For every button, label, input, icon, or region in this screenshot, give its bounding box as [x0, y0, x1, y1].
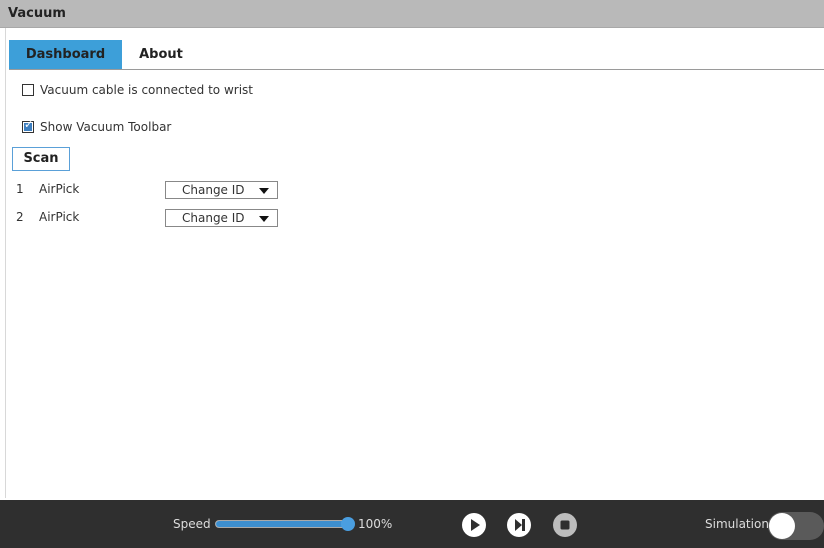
step-button[interactable]: [507, 513, 531, 537]
tab-about[interactable]: About: [122, 40, 200, 69]
show-toolbar-label: Show Vacuum Toolbar: [40, 120, 172, 134]
speed-value: 100%: [358, 517, 393, 531]
simulation-toggle-knob: [769, 513, 795, 539]
play-icon: [471, 519, 480, 531]
step-icon: [515, 519, 525, 531]
tab-bar: Dashboard About: [9, 40, 824, 70]
device-index: 1: [16, 182, 24, 196]
window-title: Vacuum: [8, 6, 66, 21]
cable-connected-checkbox[interactable]: [22, 84, 34, 96]
change-id-label: Change ID: [182, 183, 245, 197]
simulation-label: Simulation: [705, 517, 769, 531]
stop-button[interactable]: [553, 513, 577, 537]
cable-connected-label: Vacuum cable is connected to wrist: [40, 83, 253, 97]
dropdown-arrow-icon: [259, 188, 269, 194]
device-index: 2: [16, 210, 24, 224]
cable-connected-option[interactable]: Vacuum cable is connected to wrist: [22, 81, 253, 99]
show-toolbar-checkbox[interactable]: ✓: [22, 119, 34, 133]
change-id-dropdown[interactable]: Change ID: [165, 181, 278, 199]
speed-slider-handle[interactable]: [341, 517, 355, 531]
change-id-label: Change ID: [182, 211, 245, 225]
speed-slider[interactable]: [215, 517, 355, 531]
stop-icon: [560, 520, 570, 530]
tab-dashboard[interactable]: Dashboard: [9, 40, 122, 69]
device-name: AirPick: [39, 182, 80, 196]
speed-slider-fill: [216, 521, 348, 527]
window-titlebar: Vacuum: [0, 0, 824, 28]
device-name: AirPick: [39, 210, 80, 224]
speed-label: Speed: [173, 517, 211, 531]
dropdown-arrow-icon: [259, 216, 269, 222]
scan-button[interactable]: Scan: [12, 147, 70, 171]
simulation-toggle[interactable]: [768, 512, 824, 540]
bottom-toolbar: Speed 100% Simulation: [0, 500, 824, 548]
change-id-dropdown[interactable]: Change ID: [165, 209, 278, 227]
main-panel: Dashboard About Vacuum cable is connecte…: [5, 28, 824, 498]
play-button[interactable]: [462, 513, 486, 537]
show-toolbar-option[interactable]: ✓ Show Vacuum Toolbar: [22, 118, 171, 136]
